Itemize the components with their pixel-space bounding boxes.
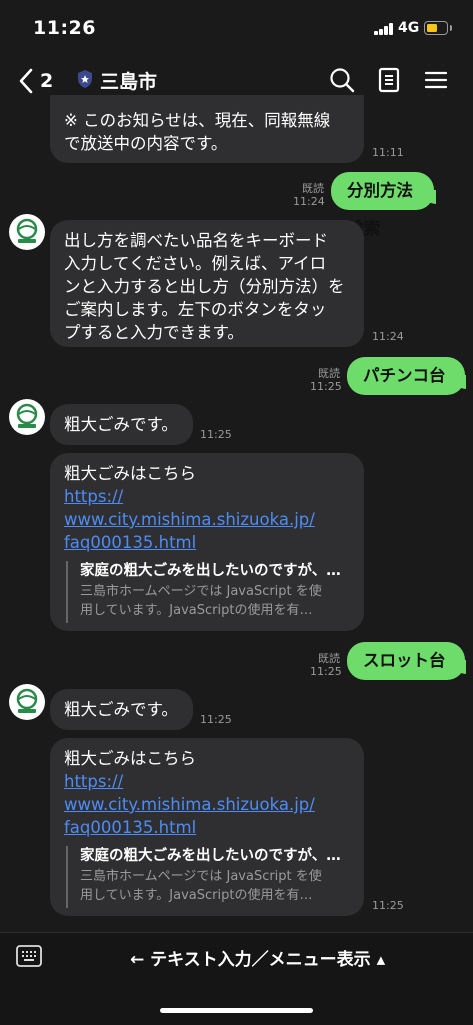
status-bar: 11:26 4G [0,0,473,52]
keyboard-icon[interactable] [16,945,42,967]
message-bubble-received[interactable]: 出し方を調べたい品名をキーボード 入力してください。例えば、アイロ ンと入力する… [50,220,364,347]
url-link[interactable]: www.city.mishima.shizuoka.jp/ [64,508,350,531]
preview-title: 家庭の粗大ごみを出したいのですが、… [80,563,341,579]
message-bubble-received[interactable]: ※ このお知らせは、現在、同報無線 で放送中の内容です。 [50,95,364,163]
chevron-left-icon [19,68,33,94]
link-message-bubble[interactable]: 粗大ごみはこちら https:// www.city.mishima.shizu… [50,453,364,631]
link-preview[interactable]: 家庭の粗大ごみを出したいのですが、… 三島市ホームページでは JavaScrip… [66,846,355,908]
url-link[interactable]: www.city.mishima.shizuoka.jp/ [64,793,350,816]
avatar[interactable] [9,684,45,720]
message-text: 粗大ごみはこちら [64,749,196,768]
url-link[interactable]: faq000135.html [64,816,350,839]
message-time: 11:24 [293,195,325,208]
link-preview[interactable]: 家庭の粗大ごみを出したいのですが、… 三島市ホームページでは JavaScrip… [66,561,355,623]
read-receipt: 既読 [318,367,340,380]
mishima-logo-icon [16,403,38,428]
message-text: ンと入力すると出し方（分別方法）を [64,277,345,296]
search-button[interactable] [328,66,356,94]
home-indicator [160,1008,313,1013]
message-text: 粗大ごみはこちら [64,464,196,483]
preview-title: 家庭の粗大ごみを出したいのですが、… [80,848,341,864]
message-bubble-sent[interactable]: 分別方法検索 [331,172,434,238]
message-bubble-received[interactable]: 粗大ごみです。 [50,689,193,730]
menu-button[interactable] [422,66,450,94]
avatar[interactable] [9,399,45,435]
mishima-logo-icon [16,688,38,713]
status-time: 11:26 [33,17,96,39]
verified-shield-icon [78,70,92,88]
read-receipt: 既読 [318,652,340,665]
message-time: 11:25 [200,713,232,726]
read-receipt: 既読 [302,182,324,195]
message-bubble-received[interactable]: 粗大ごみです。 [50,404,193,445]
preview-description: 三島市ホームページでは JavaScript を使 [80,584,322,599]
hamburger-icon [424,71,448,89]
chat-title: 三島市 [100,71,158,93]
battery-icon [424,21,452,35]
avatar[interactable] [9,214,45,250]
preview-description: 三島市ホームページでは JavaScript を使 [80,869,322,884]
message-time: 11:24 [372,330,404,343]
message-time: 11:25 [200,428,232,441]
mishima-logo-icon [16,218,38,243]
unread-count: 2 [40,70,54,92]
message-time: 11:25 [310,665,342,678]
message-text: ※ このお知らせは、現在、同報無線 [64,111,331,130]
message-text: で放送中の内容です。 [64,134,228,153]
search-icon [330,68,355,93]
preview-description: 用しています。JavaScriptの使用を有… [80,888,313,903]
link-message-bubble[interactable]: 粗大ごみはこちら https:// www.city.mishima.shizu… [50,738,364,916]
message-text: プすると入力できます。 [64,323,244,342]
url-link[interactable]: https:// [64,485,350,508]
message-bubble-sent[interactable]: スロット台 [347,642,465,680]
signal-icon [374,23,394,35]
url-link[interactable]: https:// [64,770,350,793]
preview-description: 用しています。JavaScriptの使用を有… [80,603,313,618]
message-bubble-sent[interactable]: パチンコ台 [347,357,465,395]
message-time: 11:25 [372,899,404,912]
menu-toggle-button[interactable]: ← テキスト入力／メニュー表示 ▴ [130,945,385,970]
notes-button[interactable] [375,66,403,94]
message-time: 11:11 [372,146,404,159]
url-link[interactable]: faq000135.html [64,531,350,554]
message-text: ご案内します。左下のボタンをタッ [64,300,327,319]
message-text: 入力してください。例えば、アイロ [64,254,327,273]
message-text: 出し方を調べたい品名をキーボード [64,231,328,250]
back-button[interactable]: 2 [18,66,66,96]
network-label: 4G [398,20,420,36]
notes-icon [378,67,400,93]
message-time: 11:25 [310,380,342,393]
